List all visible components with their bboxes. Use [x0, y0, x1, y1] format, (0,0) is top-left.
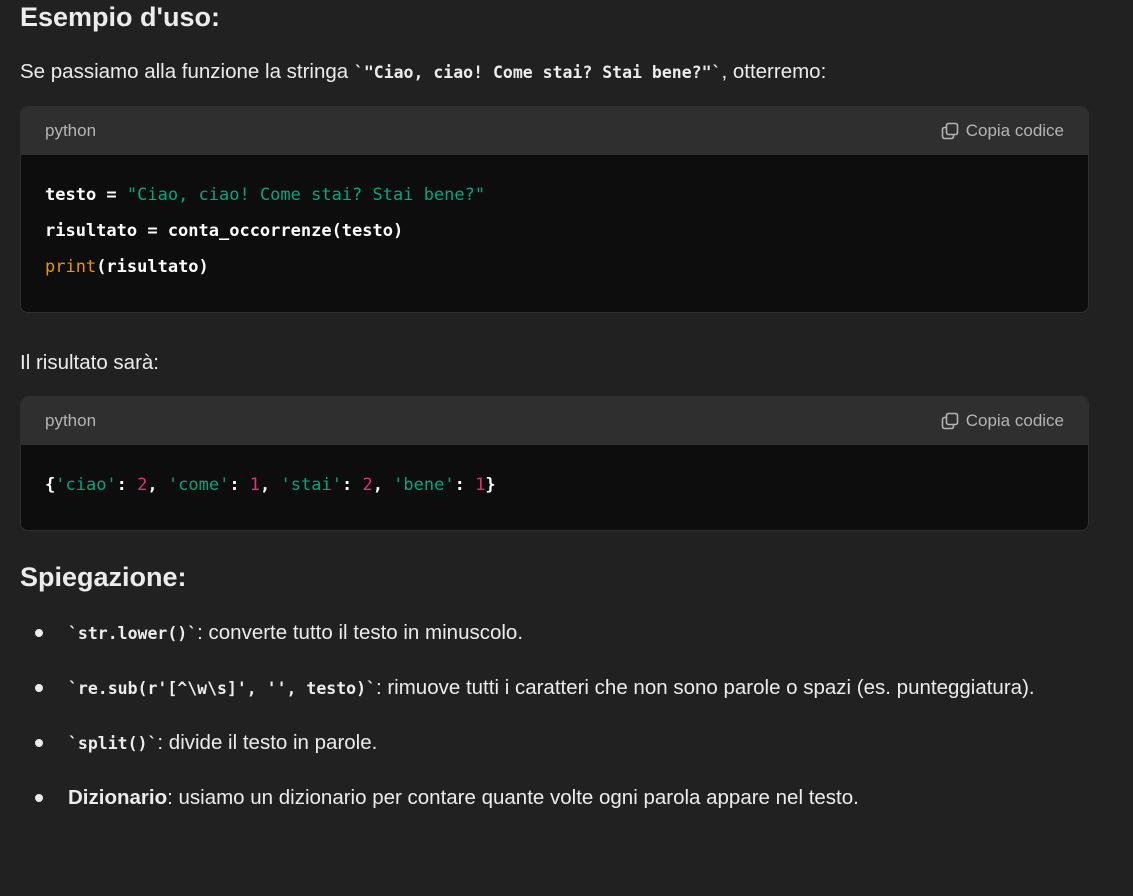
code-string-token: 'come'	[167, 475, 230, 495]
code-number-token: 2	[137, 475, 148, 495]
code-block-header: python Copia codice	[21, 107, 1088, 155]
copy-icon	[941, 412, 959, 430]
code-block-body: testo = "Ciao, ciao! Come stai? Stai ben…	[21, 155, 1088, 309]
code-token: testo =	[45, 185, 127, 205]
intro-text-after: , otterremo:	[721, 60, 827, 83]
code-token: ,	[260, 475, 281, 495]
code-token: (risultato)	[96, 257, 209, 277]
bullet-dot	[35, 684, 43, 692]
code-token: :	[229, 475, 250, 495]
example-intro-paragraph: Se passiamo alla funzione la stringa `"C…	[20, 60, 826, 84]
code-token: :	[454, 475, 476, 495]
list-item-text: : divide il testo in parole.	[157, 731, 378, 754]
list-item-text: : rimuove tutti i caratteri che non sono…	[375, 676, 1035, 699]
list-item: `str.lower()`: converte tutto il testo i…	[20, 612, 1088, 655]
code-line: risultato = conta_occorrenze(testo)	[45, 213, 1064, 249]
code-line: print(risultato)	[45, 249, 1064, 285]
code-block-result: python Copia codice {'ciao': 2, 'come': …	[20, 396, 1089, 531]
inline-code: `re.sub(r'[^\w\s]', '', testo)`	[68, 679, 376, 698]
list-item: `split()`: divide il testo in parole.	[20, 722, 1088, 765]
code-number-token: 1	[249, 475, 261, 495]
code-token: risultato = conta_occorrenze(testo)	[45, 221, 404, 241]
copy-code-label: Copia codice	[965, 411, 1064, 430]
code-block-body: {'ciao': 2, 'come': 1, 'stai': 2, 'bene'…	[21, 445, 1088, 527]
copy-icon	[941, 122, 959, 140]
code-string-token: 'stai'	[280, 475, 342, 495]
code-token: {	[45, 475, 56, 495]
code-token: ,	[372, 475, 394, 495]
explanation-list: `str.lower()`: converte tutto il testo i…	[20, 612, 1088, 831]
inline-code: `split()`	[68, 734, 158, 753]
section-heading-explanation: Spiegazione:	[20, 562, 187, 592]
intro-text-before: Se passiamo alla funzione la stringa	[20, 60, 354, 83]
list-item-text: : converte tutto il testo in minuscolo.	[197, 621, 524, 644]
code-token: :	[341, 475, 363, 495]
code-language-label: python	[45, 411, 97, 430]
list-item: `re.sub(r'[^\w\s]', '', testo)`: rimuove…	[20, 667, 1088, 710]
copy-code-button[interactable]: Copia codice	[940, 121, 1064, 141]
code-builtin-token: print	[45, 257, 97, 277]
code-language-label: python	[45, 121, 97, 140]
code-string-token: "Ciao, ciao! Come stai? Stai bene?"	[126, 185, 486, 205]
code-string-token: 'bene'	[393, 475, 455, 495]
list-item-text: : usiamo un dizionario per contare quant…	[167, 786, 859, 809]
inline-code-string: `"Ciao, ciao! Come stai? Stai bene?"`	[353, 63, 722, 82]
code-token: }	[485, 475, 496, 495]
bold-term: Dizionario	[68, 786, 168, 809]
code-line: {'ciao': 2, 'come': 1, 'stai': 2, 'bene'…	[45, 467, 1064, 503]
bullet-dot	[35, 739, 43, 747]
result-paragraph: Il risultato sarà:	[20, 351, 159, 374]
copy-code-label: Copia codice	[965, 121, 1064, 140]
bullet-dot	[35, 794, 43, 802]
code-string-token: 'ciao'	[55, 475, 117, 495]
bullet-dot	[35, 629, 43, 637]
code-token: :	[116, 475, 138, 495]
code-block-header: python Copia codice	[21, 397, 1088, 445]
code-token: ,	[147, 475, 168, 495]
list-item: Dizionario: usiamo un dizionario per con…	[20, 777, 1088, 819]
section-heading-example: Esempio d'uso:	[20, 2, 220, 32]
code-block-example: python Copia codice testo = "Ciao, ciao!…	[20, 106, 1089, 313]
copy-code-button[interactable]: Copia codice	[940, 411, 1064, 431]
code-number-token: 2	[362, 475, 373, 495]
code-number-token: 1	[475, 475, 486, 495]
code-line: testo = "Ciao, ciao! Come stai? Stai ben…	[45, 177, 1064, 213]
inline-code: `str.lower()`	[68, 624, 198, 643]
